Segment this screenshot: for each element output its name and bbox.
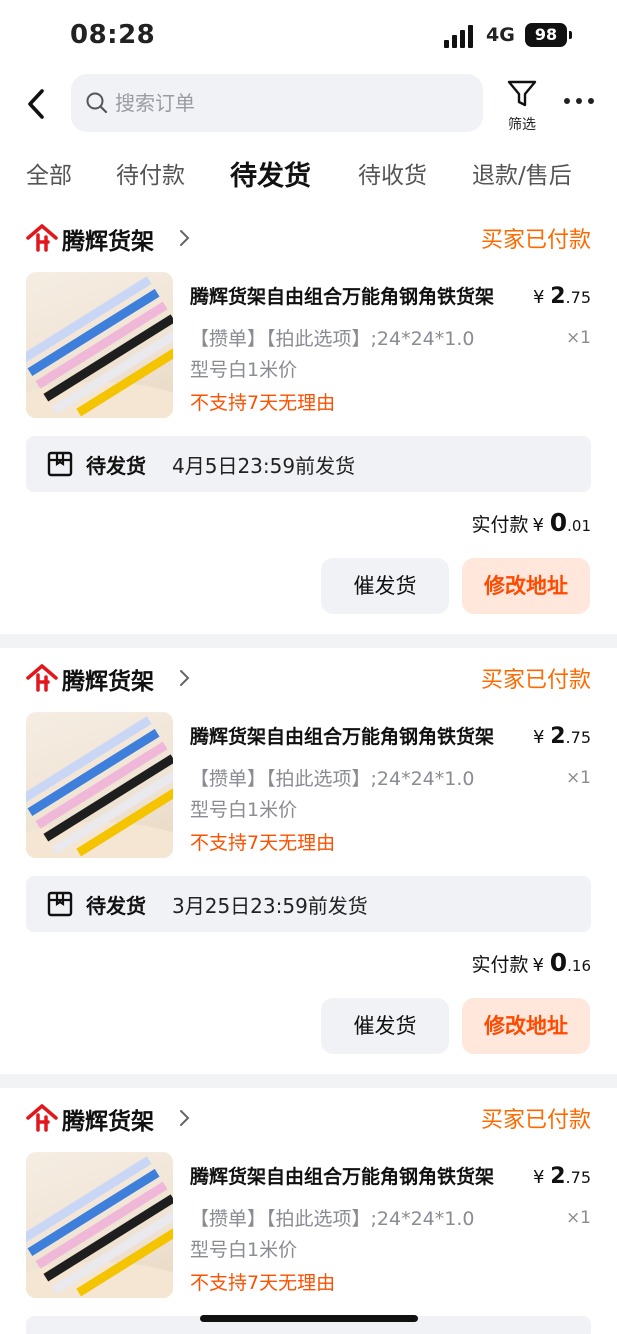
modify-address-button[interactable]: 修改地址	[462, 998, 590, 1054]
shop-logo-icon	[26, 224, 58, 252]
paid-amount: ¥ 0.01	[532, 508, 591, 537]
network-type: 4G	[486, 24, 515, 46]
product-spec: 【攒单】【拍此选项】;24*24*1.0 型号白1米价	[190, 1208, 475, 1261]
tab-refund[interactable]: 退款/售后	[472, 156, 572, 190]
shipping-status-bar[interactable]: 待发货 4月5日23:59前发货	[26, 436, 591, 492]
filter-button[interactable]: 筛选	[500, 76, 544, 134]
shop-row[interactable]: 腾辉货架 买家已付款	[26, 662, 591, 695]
product-title[interactable]: 腾辉货架自由组合万能角钢角铁货架	[190, 1162, 524, 1189]
shop-logo-icon	[26, 664, 58, 692]
product-spec: 【攒单】【拍此选项】;24*24*1.0 型号白1米价	[190, 328, 475, 381]
product-thumbnail[interactable]	[26, 712, 173, 858]
order-status: 买家已付款	[480, 1108, 591, 1133]
tab-pending-payment[interactable]: 待付款	[116, 156, 185, 190]
header: 搜索订单 筛选	[0, 72, 617, 142]
tab-pending-shipment[interactable]: 待发货	[230, 154, 311, 193]
product-title[interactable]: 腾辉货架自由组合万能角钢角铁货架	[190, 282, 524, 309]
shop-row[interactable]: 腾辉货架 买家已付款	[26, 222, 591, 255]
product-image	[26, 716, 173, 858]
shop-name: 腾辉货架	[62, 229, 154, 255]
quantity: ×1	[565, 328, 591, 348]
chevron-right-icon	[180, 1110, 190, 1126]
urge-shipment-button[interactable]: 催发货	[321, 558, 449, 614]
shipping-status-label: 待发货	[86, 454, 146, 478]
product-spec: 【攒单】【拍此选项】;24*24*1.0 型号白1米价	[190, 768, 475, 821]
order-status: 买家已付款	[480, 228, 591, 253]
home-indicator[interactable]	[200, 1315, 418, 1322]
unit-price: ¥ 2.75	[533, 284, 591, 309]
shop-row[interactable]: 腾辉货架 买家已付款	[26, 1102, 591, 1135]
shipping-status-label: 待发货	[86, 894, 146, 918]
search-placeholder: 搜索订单	[115, 91, 195, 115]
order-status: 买家已付款	[480, 668, 591, 693]
product-thumbnail[interactable]	[26, 272, 173, 418]
filter-label: 筛选	[508, 117, 536, 133]
shipping-status-bar[interactable]: 待发货 3月25日23:59前发货	[26, 876, 591, 932]
return-policy: 不支持7天无理由	[190, 1272, 336, 1294]
order-card[interactable]: 腾辉货架 买家已付款 腾辉货架自由组合万能角钢角铁货架 ¥ 2.75 【攒单】【…	[0, 1088, 617, 1334]
paid-label: 实付款	[471, 954, 529, 976]
package-icon	[47, 451, 73, 477]
quantity: ×1	[565, 1208, 591, 1228]
paid-amount-row: 实付款 ¥ 0.16	[472, 948, 591, 977]
return-policy: 不支持7天无理由	[190, 392, 336, 414]
product-thumbnail[interactable]	[26, 1152, 173, 1298]
product-image	[26, 276, 173, 418]
paid-label: 实付款	[471, 514, 529, 536]
shop-logo-icon	[26, 1104, 58, 1132]
paid-amount: ¥ 0.16	[532, 948, 591, 977]
package-icon	[47, 891, 73, 917]
status-time: 08:28	[70, 20, 156, 50]
order-tabs: 全部 待付款 待发货 待收货 退款/售后	[0, 142, 617, 208]
signal-icon	[444, 24, 478, 48]
order-card[interactable]: 腾辉货架 买家已付款 腾辉货架自由组合万能角钢角铁货架 ¥ 2.75 【攒单】【…	[0, 208, 617, 634]
back-button[interactable]	[22, 86, 52, 122]
tab-pending-receipt[interactable]: 待收货	[358, 156, 427, 190]
shop-name: 腾辉货架	[62, 669, 154, 695]
unit-price: ¥ 2.75	[533, 724, 591, 749]
tab-all[interactable]: 全部	[26, 156, 72, 190]
shop-name: 腾辉货架	[62, 1109, 154, 1135]
shipping-deadline: 3月25日23:59前发货	[172, 894, 368, 918]
modify-address-button[interactable]: 修改地址	[462, 558, 590, 614]
quantity: ×1	[565, 768, 591, 788]
chevron-right-icon	[180, 670, 190, 686]
order-card[interactable]: 腾辉货架 买家已付款 腾辉货架自由组合万能角钢角铁货架 ¥ 2.75 【攒单】【…	[0, 648, 617, 1074]
search-icon	[86, 92, 108, 114]
product-image	[26, 1156, 173, 1298]
status-bar: 08:28 4G 98	[0, 0, 617, 72]
filter-icon	[507, 80, 537, 107]
shipping-deadline: 4月5日23:59前发货	[172, 454, 356, 478]
paid-amount-row: 实付款 ¥ 0.01	[472, 508, 591, 537]
more-icon[interactable]	[562, 98, 596, 106]
urge-shipment-button[interactable]: 催发货	[321, 998, 449, 1054]
search-input[interactable]: 搜索订单	[71, 74, 483, 132]
battery-icon: 98	[525, 23, 572, 47]
unit-price: ¥ 2.75	[533, 1164, 591, 1189]
return-policy: 不支持7天无理由	[190, 832, 336, 854]
product-title[interactable]: 腾辉货架自由组合万能角钢角铁货架	[190, 722, 524, 749]
chevron-right-icon	[180, 230, 190, 246]
back-arrow-icon	[28, 89, 44, 119]
